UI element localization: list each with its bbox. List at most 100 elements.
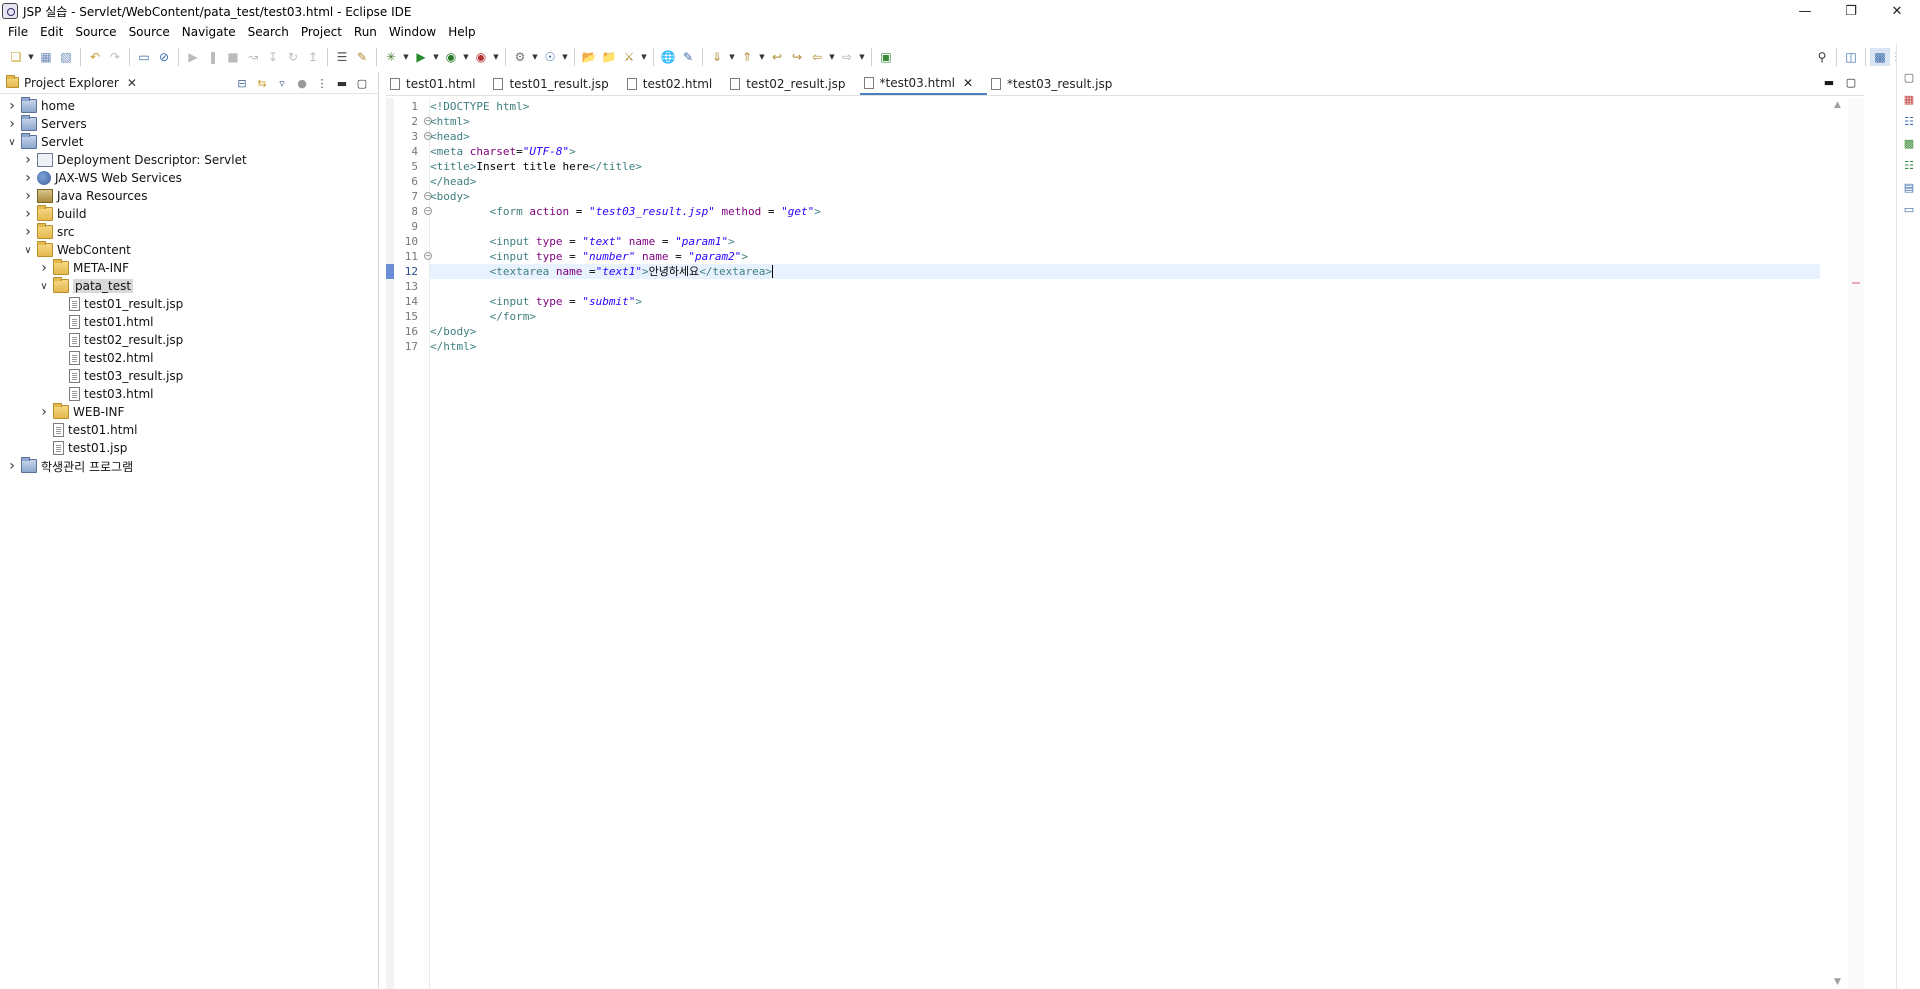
debug-dropdown-icon[interactable]: ▼ xyxy=(401,48,411,66)
run-icon[interactable]: ▶ xyxy=(411,48,431,66)
menu-run[interactable]: Run xyxy=(348,25,383,39)
forward-dropdown-icon[interactable]: ▼ xyxy=(857,48,867,66)
restore-icon[interactable]: ❐ xyxy=(1828,0,1874,22)
menu-source[interactable]: Source xyxy=(69,25,122,39)
outline-icon[interactable]: ☰ xyxy=(332,48,352,66)
chevron-right-icon[interactable]: › xyxy=(6,457,18,475)
previous-annotation-dropdown-icon[interactable]: ▼ xyxy=(757,48,767,66)
chevron-right-icon[interactable]: › xyxy=(22,187,34,205)
step-return-icon[interactable]: ↥ xyxy=(303,48,323,66)
search-tool-dropdown-icon[interactable]: ▼ xyxy=(639,48,649,66)
redo-icon[interactable]: ↷ xyxy=(105,48,125,66)
code-line[interactable]: <input type = "number" name = "param2"> xyxy=(430,249,1820,264)
forward-icon[interactable]: ⇨ xyxy=(837,48,857,66)
menu-project[interactable]: Project xyxy=(295,25,348,39)
forward-edit-icon[interactable]: ↪ xyxy=(787,48,807,66)
editor-tab[interactable]: test02_result.jsp xyxy=(726,72,859,95)
code-line[interactable]: </form> xyxy=(430,309,1820,324)
new-server-dropdown-icon[interactable]: ▼ xyxy=(530,48,540,66)
chevron-right-icon[interactable]: › xyxy=(38,259,50,277)
collapse-all-icon[interactable]: ⊟ xyxy=(232,77,252,90)
tree-item[interactable]: test03.html xyxy=(0,385,378,403)
code-editor[interactable]: 1 2−3−4 5 6 7−8−9 10 11−12 13 14 15 16 17 <!DOCTYPE… xyxy=(386,98,1864,989)
tree-item[interactable]: › META-INF xyxy=(0,259,378,277)
code-line[interactable]: <!DOCTYPE html> xyxy=(430,99,1820,114)
coverage-dropdown-icon[interactable]: ▼ xyxy=(461,48,471,66)
maximize-view-icon[interactable]: ▢ xyxy=(352,77,372,90)
code-line[interactable]: <meta charset="UTF-8"> xyxy=(430,144,1820,159)
previous-annotation-icon[interactable]: ⇑ xyxy=(737,48,757,66)
tree-item[interactable]: test01.html xyxy=(0,313,378,331)
tree-item[interactable]: test01_result.jsp xyxy=(0,295,378,313)
next-annotation-dropdown-icon[interactable]: ▼ xyxy=(727,48,737,66)
view-menu-icon[interactable]: ⋮ xyxy=(312,77,332,90)
tree-item[interactable]: › home xyxy=(0,97,378,115)
tree-item[interactable]: test03_result.jsp xyxy=(0,367,378,385)
new-server-icon[interactable]: ⚙ xyxy=(510,48,530,66)
project-explorer-tab[interactable]: Project Explorer ✕ xyxy=(0,72,137,94)
disconnect-icon[interactable]: ↝ xyxy=(243,48,263,66)
code-line[interactable] xyxy=(430,219,1820,234)
tree-item[interactable]: › Deployment Descriptor: Servlet xyxy=(0,151,378,169)
link-with-editor-icon[interactable]: ⇆ xyxy=(252,77,272,90)
chevron-right-icon[interactable]: › xyxy=(38,403,50,421)
search-icon[interactable]: ⚲ xyxy=(1812,48,1832,66)
new-class-icon[interactable]: ☉ xyxy=(540,48,560,66)
close-icon[interactable]: ✕ xyxy=(127,76,137,90)
editor-tab[interactable]: *test03.html ✕ xyxy=(859,72,988,95)
servers-view-icon[interactable]: ▩ xyxy=(1897,132,1920,154)
overview-ruler[interactable] xyxy=(1848,98,1864,989)
chevron-right-icon[interactable]: › xyxy=(22,205,34,223)
editor-tab[interactable]: test01_result.jsp xyxy=(489,72,622,95)
scroll-up-icon[interactable]: ▲ xyxy=(1834,100,1841,110)
code-line[interactable]: </head> xyxy=(430,174,1820,189)
tree-item[interactable]: › src xyxy=(0,223,378,241)
code-line[interactable]: </html> xyxy=(430,339,1820,354)
menu-window[interactable]: Window xyxy=(383,25,442,39)
step-over-icon[interactable]: ↻ xyxy=(283,48,303,66)
code-line[interactable]: <html> xyxy=(430,114,1820,129)
save-all-icon[interactable]: ▧ xyxy=(56,48,76,66)
skip-breakpoints-icon[interactable]: ⊘ xyxy=(154,48,174,66)
last-edit-icon[interactable]: ↩ xyxy=(767,48,787,66)
scroll-down-icon[interactable]: ▼ xyxy=(1834,977,1841,987)
chevron-right-icon[interactable]: › xyxy=(22,223,34,241)
undo-icon[interactable]: ↶ xyxy=(85,48,105,66)
code-line[interactable]: </body> xyxy=(430,324,1820,339)
pin-editor-icon[interactable]: ▣ xyxy=(876,48,896,66)
step-into-icon[interactable]: ↧ xyxy=(263,48,283,66)
chevron-down-icon[interactable]: ∨ xyxy=(38,277,50,295)
close-icon[interactable]: ✕ xyxy=(1874,0,1920,22)
code-line[interactable]: <head> xyxy=(430,129,1820,144)
java-ee-perspective-icon[interactable]: ▩ xyxy=(1870,48,1890,66)
external-tools-dropdown-icon[interactable]: ▼ xyxy=(491,48,501,66)
chevron-right-icon[interactable]: › xyxy=(6,115,18,133)
palette-icon[interactable]: ▦ xyxy=(1897,88,1920,110)
search-tool-icon[interactable]: ⚔ xyxy=(619,48,639,66)
tree-item[interactable]: › build xyxy=(0,205,378,223)
open-task-icon[interactable]: 📁 xyxy=(599,48,619,66)
minimize-icon[interactable]: — xyxy=(1782,0,1828,22)
close-tab-icon[interactable]: ✕ xyxy=(963,76,973,90)
console-icon[interactable]: ▭ xyxy=(1897,198,1920,220)
tree-item[interactable]: ∨ Servlet xyxy=(0,133,378,151)
tree-item[interactable]: › JAX-WS Web Services xyxy=(0,169,378,187)
code-line[interactable]: <textarea name ="text1">안녕하세요</textarea> xyxy=(430,264,1820,279)
tree-item[interactable]: › WEB-INF xyxy=(0,403,378,421)
menu-search[interactable]: Search xyxy=(242,25,295,39)
tree-item[interactable]: › Java Resources xyxy=(0,187,378,205)
editor-tab[interactable]: *test03_result.jsp xyxy=(987,72,1126,95)
chevron-right-icon[interactable]: › xyxy=(22,151,34,169)
new-icon[interactable]: ❏ xyxy=(6,48,26,66)
chevron-right-icon[interactable]: › xyxy=(6,97,18,115)
back-dropdown-icon[interactable]: ▼ xyxy=(827,48,837,66)
menu-help[interactable]: Help xyxy=(442,25,481,39)
menu-navigate[interactable]: Navigate xyxy=(176,25,242,39)
properties-icon[interactable]: ▤ xyxy=(1897,176,1920,198)
minimize-view-icon[interactable]: ▬ xyxy=(332,77,352,90)
save-icon[interactable]: ▦ xyxy=(36,48,56,66)
new-dropdown-icon[interactable]: ▼ xyxy=(26,48,36,66)
code-line[interactable] xyxy=(430,279,1820,294)
run-dropdown-icon[interactable]: ▼ xyxy=(431,48,441,66)
back-icon[interactable]: ⇦ xyxy=(807,48,827,66)
